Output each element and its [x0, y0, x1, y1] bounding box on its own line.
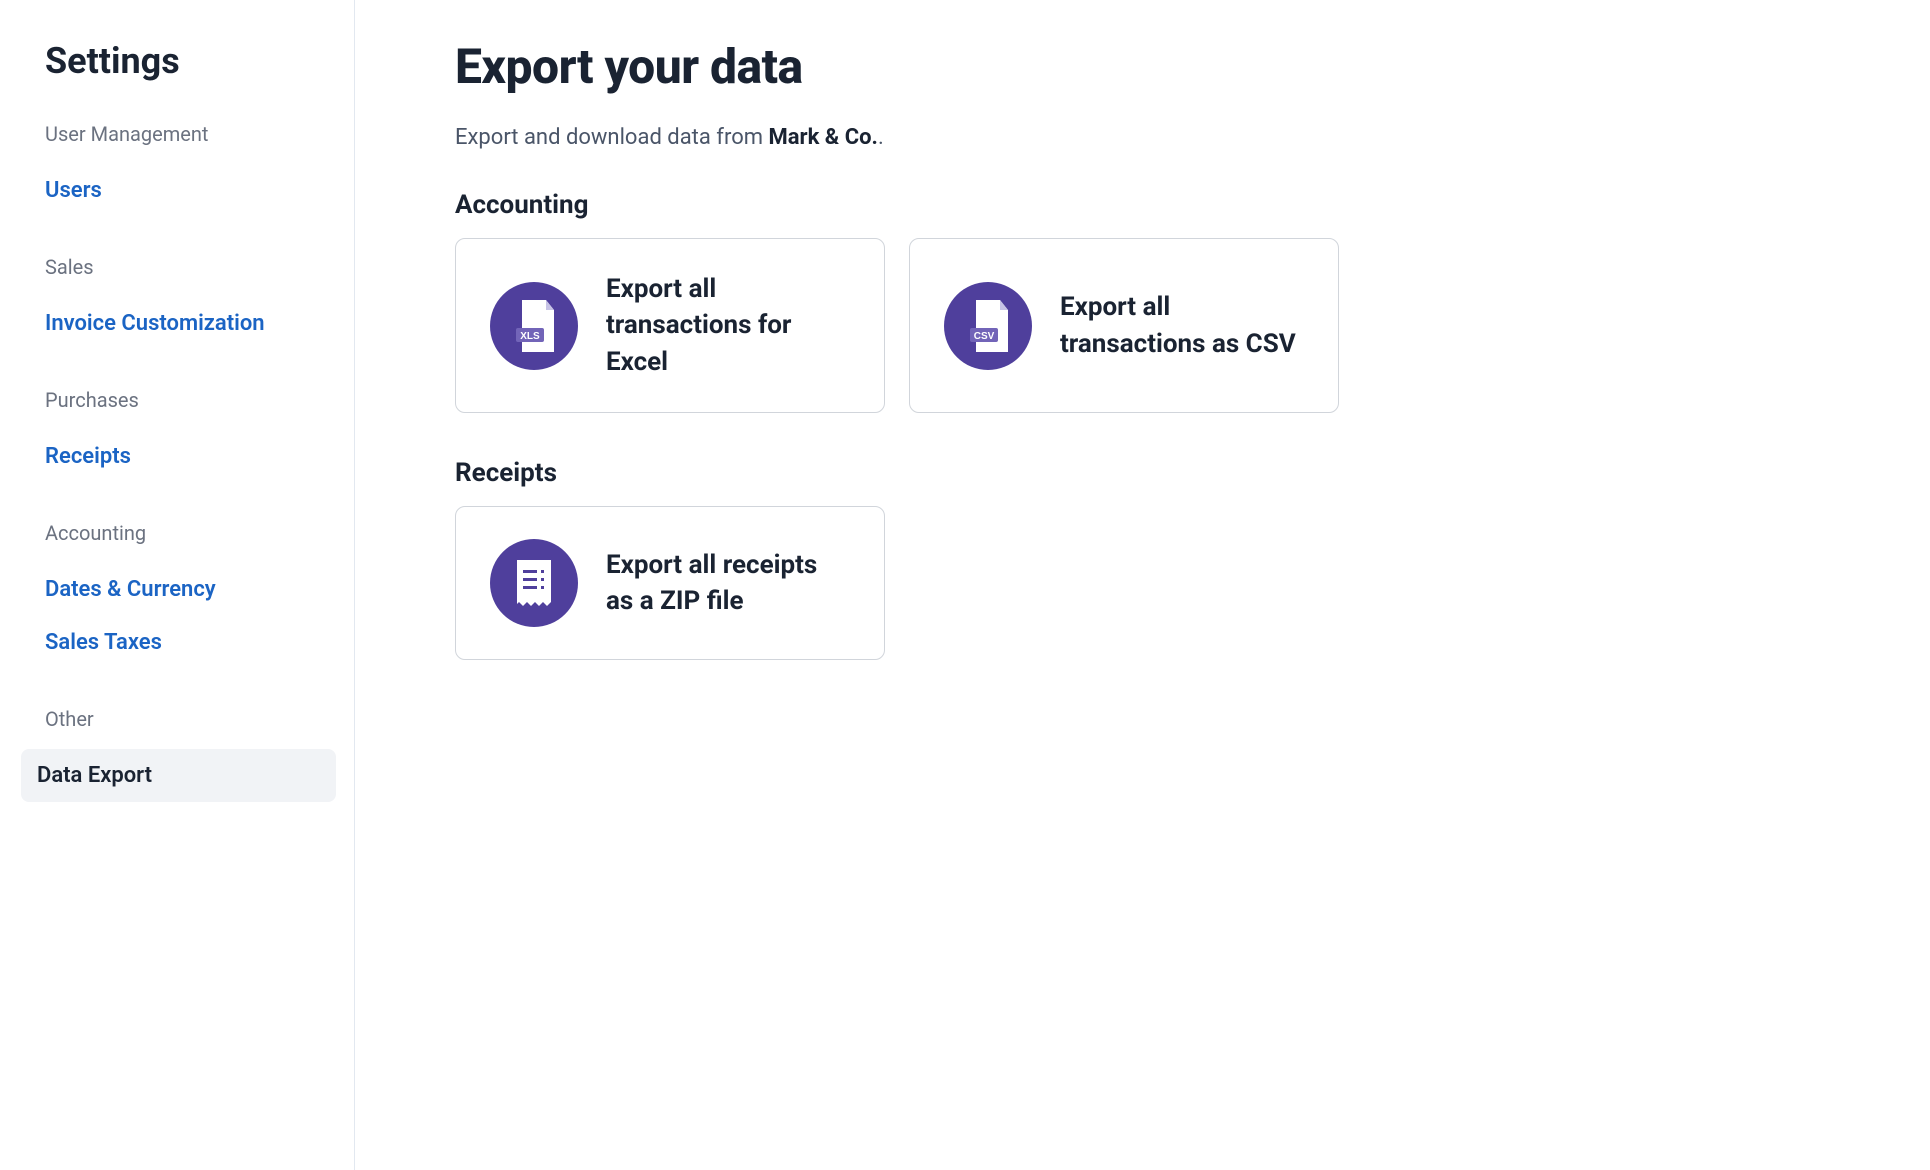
- export-card-zip[interactable]: Export all receipts as a ZIP file: [455, 506, 885, 660]
- sidebar: Settings User Management Users Sales Inv…: [0, 0, 355, 1170]
- sidebar-section-accounting: Accounting Dates & Currency Sales Taxes: [45, 521, 334, 669]
- page-title: Export your data: [455, 38, 1880, 95]
- sidebar-item-data-export[interactable]: Data Export: [21, 749, 336, 802]
- sidebar-item-users[interactable]: Users: [45, 164, 334, 217]
- sidebar-section-user-management: User Management Users: [45, 122, 334, 217]
- svg-text:CSV: CSV: [974, 331, 995, 342]
- sidebar-section-header: Other: [45, 707, 334, 731]
- sidebar-section-sales: Sales Invoice Customization: [45, 255, 334, 350]
- export-card-label: Export all transactions as CSV: [1060, 289, 1304, 362]
- svg-text:XLS: XLS: [520, 331, 540, 342]
- subtitle-prefix: Export and download data from: [455, 125, 769, 150]
- subtitle-company: Mark & Co.: [769, 125, 878, 150]
- cards-row-receipts: Export all receipts as a ZIP file: [455, 506, 1880, 660]
- export-card-xls[interactable]: XLS Export all transactions for Excel: [455, 238, 885, 413]
- sidebar-title: Settings: [45, 40, 334, 82]
- export-card-label: Export all receipts as a ZIP file: [606, 547, 850, 620]
- section-heading-accounting: Accounting: [455, 190, 1880, 220]
- export-card-label: Export all transactions for Excel: [606, 271, 850, 380]
- sidebar-item-dates-currency[interactable]: Dates & Currency: [45, 563, 334, 616]
- sidebar-item-invoice-customization[interactable]: Invoice Customization: [45, 297, 334, 350]
- cards-row-accounting: XLS Export all transactions for Excel CS…: [455, 238, 1880, 413]
- sidebar-section-other: Other Data Export: [45, 707, 334, 802]
- sidebar-section-purchases: Purchases Receipts: [45, 388, 334, 483]
- csv-file-icon: CSV: [944, 282, 1032, 370]
- sidebar-section-header: Accounting: [45, 521, 334, 545]
- section-heading-receipts: Receipts: [455, 458, 1880, 488]
- xls-file-icon: XLS: [490, 282, 578, 370]
- main-content: Export your data Export and download dat…: [355, 0, 1930, 1170]
- sidebar-section-header: User Management: [45, 122, 334, 146]
- receipt-icon: [490, 539, 578, 627]
- sidebar-section-header: Sales: [45, 255, 334, 279]
- sidebar-item-sales-taxes[interactable]: Sales Taxes: [45, 616, 334, 669]
- export-card-csv[interactable]: CSV Export all transactions as CSV: [909, 238, 1339, 413]
- sidebar-item-receipts[interactable]: Receipts: [45, 430, 334, 483]
- sidebar-section-header: Purchases: [45, 388, 334, 412]
- page-subtitle: Export and download data from Mark & Co.…: [455, 125, 1880, 150]
- subtitle-suffix: .: [878, 125, 884, 150]
